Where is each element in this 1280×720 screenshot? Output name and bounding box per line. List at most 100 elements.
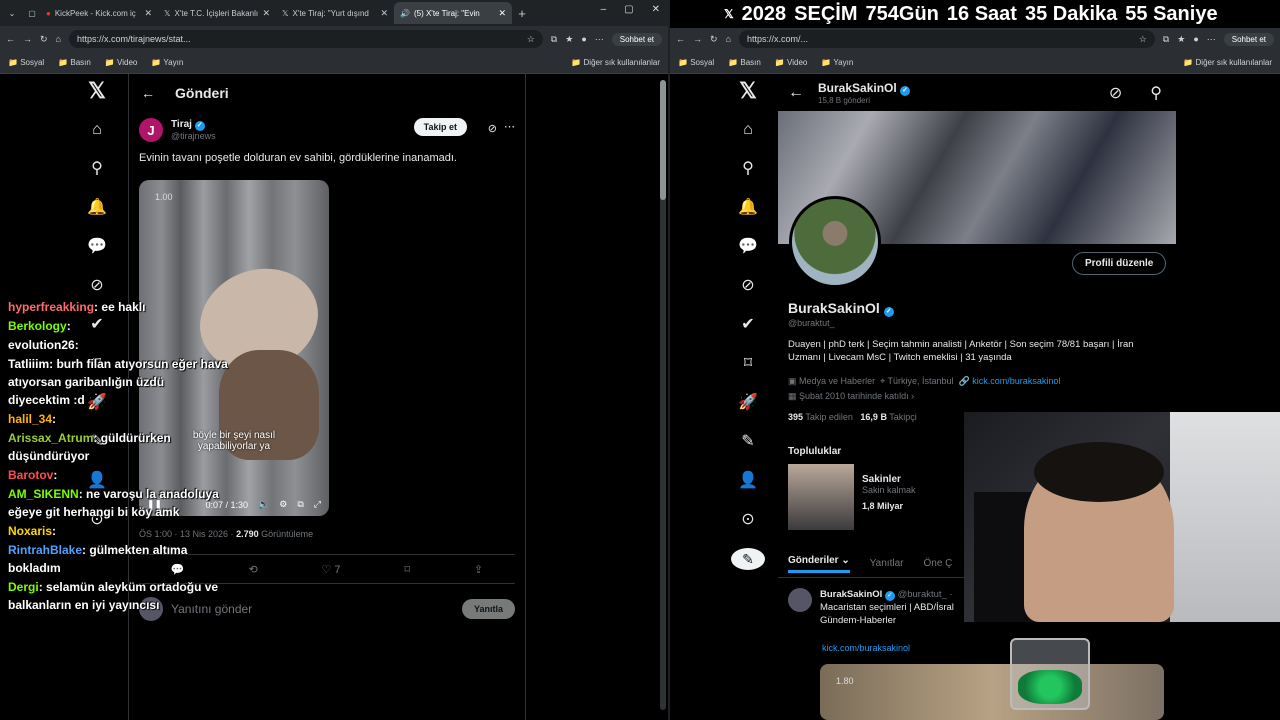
back-arrow-icon[interactable]: ← <box>141 85 155 101</box>
grok-icon[interactable]: ⊘ <box>1109 83 1122 103</box>
close-icon[interactable]: ✕ <box>380 8 388 19</box>
extension-icon[interactable]: ⧉ <box>1163 34 1169 45</box>
chat-username[interactable]: evolution26 <box>8 338 75 352</box>
chat-username[interactable]: Berkology <box>8 319 67 333</box>
search-nav-icon[interactable]: ⚲ <box>91 158 103 180</box>
bookmark-video[interactable]: 📁 Video <box>105 58 138 67</box>
author-handle[interactable]: @tirajnews <box>171 131 216 141</box>
grok-icon[interactable]: ⊘ <box>90 275 103 297</box>
chat-username[interactable]: Barotov <box>8 468 53 482</box>
communities-icon[interactable]: ✔ <box>741 314 754 336</box>
scrollbar-thumb[interactable] <box>660 80 666 200</box>
more-icon[interactable]: ⋯ <box>504 120 515 133</box>
new-tab-icon[interactable]: + <box>512 6 532 21</box>
reload-icon[interactable]: ↻ <box>40 34 48 45</box>
back-icon[interactable]: ← <box>6 34 15 44</box>
close-window-icon[interactable]: ✕ <box>652 4 660 15</box>
post-media[interactable]: 1.80 <box>820 664 1164 720</box>
close-icon[interactable]: ✕ <box>498 8 506 19</box>
close-icon[interactable]: ✕ <box>144 8 152 19</box>
volume-icon[interactable]: 🔈 <box>258 499 269 510</box>
chat-username[interactable]: halil_34 <box>8 412 52 426</box>
jobs-icon[interactable]: 🚀 <box>738 392 758 414</box>
forward-icon[interactable]: → <box>23 34 32 44</box>
tab-tiraj-yurt[interactable]: 𝕏 X'te Tiraj: "Yurt dışınd ✕ <box>276 2 394 24</box>
post-link[interactable]: kick.com/buraksakinol <box>822 643 910 653</box>
back-icon[interactable]: ← <box>676 34 685 44</box>
profile-nav-icon[interactable]: 👤 <box>738 470 758 492</box>
grok-icon[interactable]: ⊘ <box>488 122 497 135</box>
bookmark-other[interactable]: 📁 Diğer sık kullanılanlar <box>571 58 660 67</box>
messages-icon[interactable]: 💬 <box>87 236 107 258</box>
chat-username[interactable]: Dergi <box>8 580 39 594</box>
chat-username[interactable]: RintrahBlake <box>8 543 82 557</box>
chat-username[interactable]: AM_SIKENN <box>8 487 79 501</box>
home-nav-icon[interactable]: ⌂ <box>743 119 753 141</box>
home-icon[interactable]: ⌂ <box>56 34 61 44</box>
bookmark-video[interactable]: 📁 Video <box>775 58 808 67</box>
tab-icisleri[interactable]: 𝕏 X'te T.C. İçişleri Bakanlı ✕ <box>158 2 276 24</box>
chat-button[interactable]: Sohbet et <box>1223 32 1274 46</box>
x-logo-icon[interactable]: 𝕏 <box>88 80 106 102</box>
scrollbar[interactable] <box>660 80 666 710</box>
star-icon[interactable]: ☆ <box>1139 34 1147 45</box>
share-icon[interactable]: ⇪ <box>474 563 483 576</box>
more-icon[interactable]: ⋯ <box>595 34 604 45</box>
repost-icon[interactable]: ⟲ <box>248 563 257 576</box>
like-button[interactable]: ♡ 7 <box>321 563 340 576</box>
bookmark-basin[interactable]: 📁 Basın <box>58 58 91 67</box>
home-nav-icon[interactable]: ⌂ <box>92 119 102 141</box>
close-icon[interactable]: ✕ <box>262 8 270 19</box>
favorites-icon[interactable]: ★ <box>565 34 573 45</box>
back-arrow-icon[interactable]: ← <box>788 84 804 102</box>
pip-icon[interactable]: ⧉ <box>297 499 303 510</box>
following-link[interactable]: 395 Takip edilen <box>788 412 853 422</box>
minimize-icon[interactable]: – <box>601 4 607 15</box>
tab-tiraj-evin[interactable]: 🔊 (5) X'te Tiraj: "Evin ✕ <box>394 2 512 24</box>
tab-replies[interactable]: Yanıtlar <box>870 558 904 569</box>
more-icon[interactable]: ⋯ <box>1207 34 1216 45</box>
chat-username[interactable]: hyperfreakking <box>8 300 94 314</box>
compose-post-button[interactable]: ✎ <box>731 548 765 570</box>
followers-link[interactable]: 16,9 B Takipçi <box>860 412 916 422</box>
settings-icon[interactable]: ⚙ <box>279 499 287 510</box>
bookmark-basin[interactable]: 📁 Basın <box>728 58 761 67</box>
bookmark-other[interactable]: 📁 Diğer sık kullanılanlar <box>1183 58 1272 67</box>
chat-username[interactable]: Arissax_Atrum <box>8 431 93 445</box>
search-icon[interactable]: ⚲ <box>1150 83 1162 103</box>
profile-link[interactable]: kick.com/buraksakinol <box>972 376 1060 386</box>
maximize-icon[interactable]: ▢ <box>624 4 633 15</box>
search-nav-icon[interactable]: ⚲ <box>742 158 754 180</box>
grok-icon[interactable]: ⊘ <box>741 275 754 297</box>
chat-username[interactable]: Noxaris <box>8 524 52 538</box>
bookmark-icon[interactable]: ⌑ <box>404 563 410 576</box>
community-card[interactable]: Sakinler Sakin kalmak 1,8 Milyar <box>788 464 968 530</box>
reply-button[interactable]: Yanıtla <box>461 599 515 619</box>
author-name[interactable]: Tiraj <box>171 119 192 130</box>
workspaces-icon[interactable]: ▢ <box>24 9 40 18</box>
avatar[interactable]: J <box>139 118 163 142</box>
home-icon[interactable]: ⌂ <box>726 34 731 44</box>
forward-icon[interactable]: → <box>693 34 702 44</box>
messages-icon[interactable]: 💬 <box>738 236 758 258</box>
fullscreen-icon[interactable]: ⤢ <box>314 499 321 510</box>
star-icon[interactable]: ☆ <box>527 34 535 45</box>
edit-profile-button[interactable]: Profili düzenle <box>1072 252 1167 275</box>
chat-button[interactable]: Sohbet et <box>611 32 662 46</box>
profile-post[interactable]: BurakSakinOl ✓ @buraktut_ · Macaristan s… <box>788 588 978 627</box>
notifications-icon[interactable]: 🔔 <box>87 197 107 219</box>
url-input[interactable]: https://x.com/tirajnews/stat... ☆ <box>68 30 543 48</box>
x-logo-icon[interactable]: 𝕏 <box>739 80 757 102</box>
more-nav-icon[interactable]: ⊙ <box>741 509 754 531</box>
profile-icon[interactable]: ● <box>1193 34 1198 44</box>
extension-icon[interactable]: ⧉ <box>551 34 557 45</box>
tab-highlights[interactable]: Öne Ç <box>923 558 952 569</box>
profile-avatar[interactable] <box>789 196 881 288</box>
chat-username[interactable]: Tatliiim <box>8 357 49 371</box>
bookmark-sosyal[interactable]: 📁 Sosyal <box>678 58 714 67</box>
follow-button[interactable]: Takip et <box>413 118 467 136</box>
bookmark-sosyal[interactable]: 📁 Sosyal <box>8 58 44 67</box>
articles-icon[interactable]: ✎ <box>741 431 754 453</box>
reload-icon[interactable]: ↻ <box>710 34 718 45</box>
profile-icon[interactable]: ● <box>581 34 586 44</box>
